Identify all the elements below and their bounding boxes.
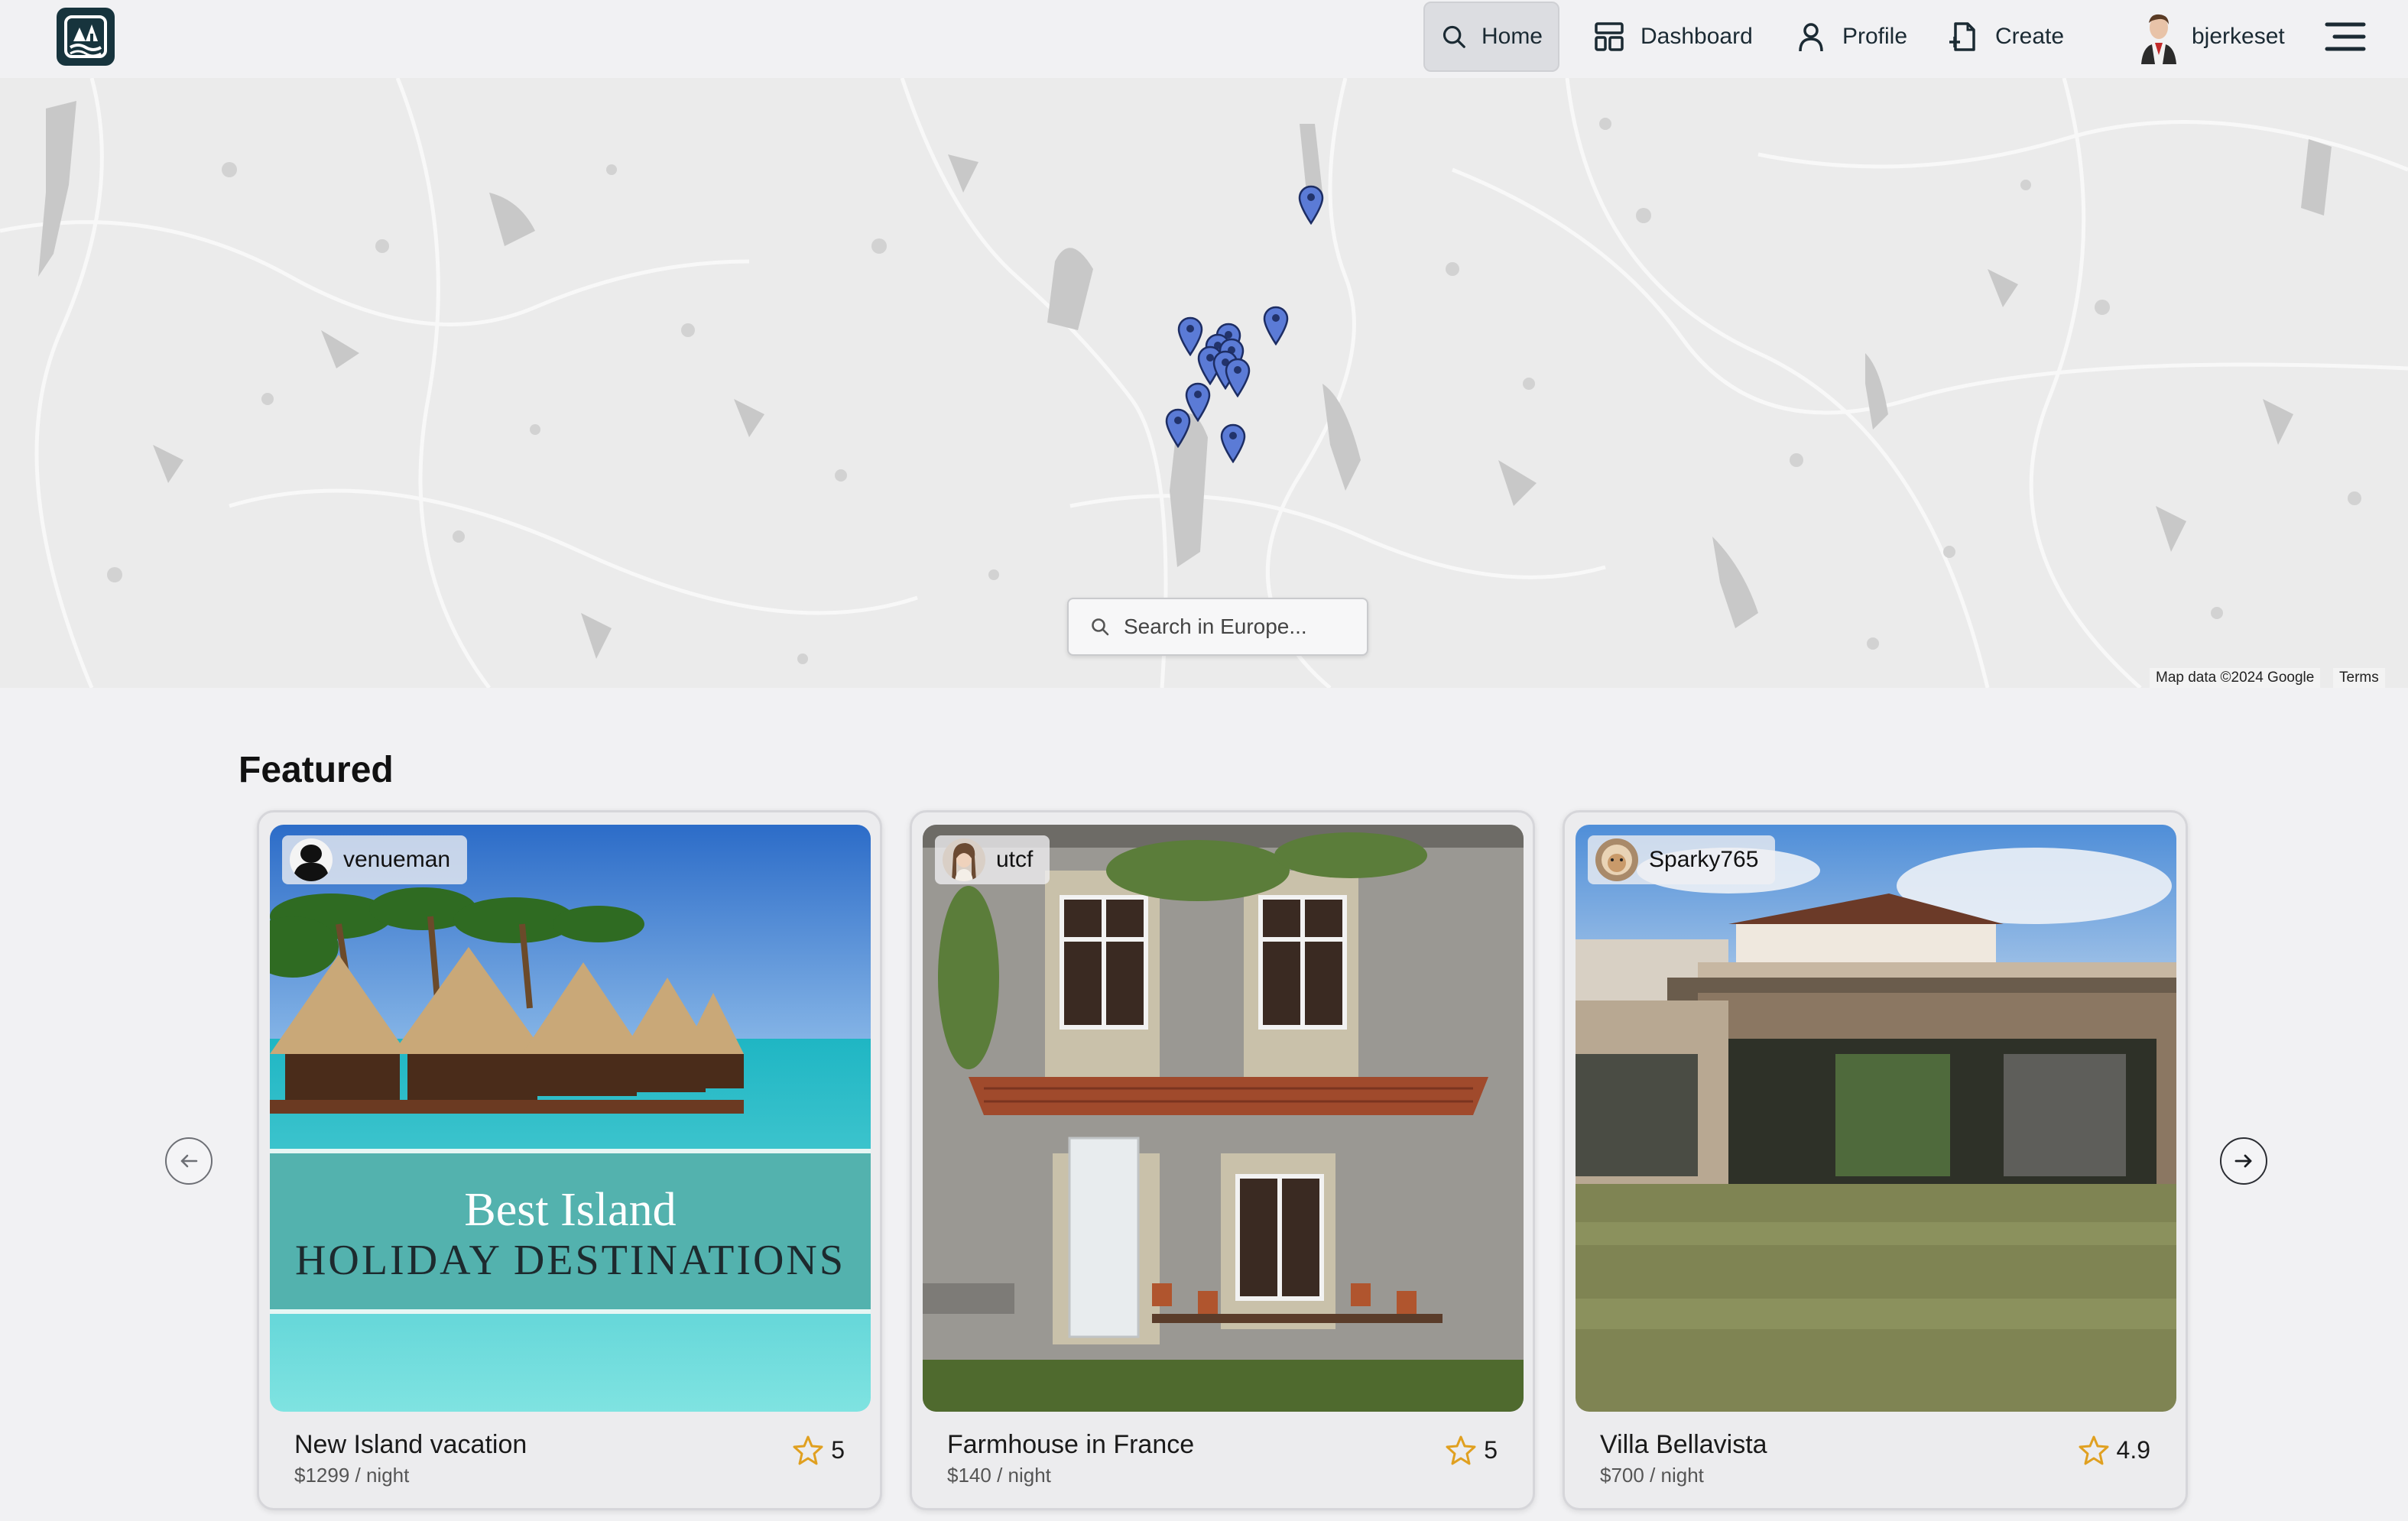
nav-create[interactable]: Create [1931,2,2079,72]
featured-heading: Featured [239,750,394,790]
user-icon [1799,23,1823,52]
listing-price: $700 / night [1600,1464,1704,1487]
search-icon [1092,618,1109,636]
rating-value: 5 [1484,1435,1498,1464]
rating-value: 5 [831,1435,845,1464]
map-pin[interactable] [1225,358,1251,397]
listing-title: Farmhouse in France [947,1430,1195,1459]
avatar [2141,14,2176,64]
username-label: bjerkeset [2192,24,2285,49]
nav-profile[interactable]: Profile [1778,2,1923,72]
map-terms-link[interactable]: Terms [2333,668,2385,688]
listing-title: Villa Bellavista [1600,1430,1767,1459]
arrow-left-icon [180,1154,198,1168]
hamburger-menu-icon[interactable] [2324,18,2367,55]
rating-value: 4.9 [2116,1435,2150,1464]
owner-name: Sparky765 [1649,847,1759,872]
listing-image [1576,825,2176,1412]
map-pin[interactable] [1220,423,1246,463]
listing-title: New Island vacation [294,1430,527,1459]
nav-profile-label: Profile [1842,24,1908,49]
nav-home-label: Home [1481,24,1543,49]
file-plus-icon [1949,22,1975,51]
owner-chip[interactable]: utcf [935,835,1050,884]
listing-rating: 4.9 [2079,1435,2150,1465]
user-menu[interactable]: bjerkeset [2137,8,2285,66]
nav-dashboard[interactable]: Dashboard [1576,2,1768,72]
star-icon [2079,1435,2109,1465]
dashboard-icon [1595,22,1624,51]
owner-name: venueman [343,847,451,872]
owner-avatar [943,838,985,881]
owner-chip[interactable]: venueman [282,835,468,884]
owner-avatar [290,838,333,881]
nav-home[interactable]: Home [1423,2,1559,72]
image-text-line2: HOLIDAY DESTINATIONS [295,1237,845,1284]
listing-rating: 5 [793,1435,845,1465]
search-icon [1443,25,1465,48]
carousel-next-button[interactable] [2220,1137,2267,1185]
star-icon [1446,1435,1476,1465]
map-pin[interactable] [1165,408,1191,448]
map-pin[interactable] [1263,306,1289,345]
map-attribution: Map data ©2024 Google [2150,668,2321,688]
listing-card[interactable]: utcf Farmhouse in France $140 / night 5 [910,810,1535,1510]
star-icon [793,1435,823,1465]
nav-dashboard-label: Dashboard [1640,24,1753,49]
arrow-right-icon [2234,1154,2252,1168]
owner-avatar [1595,838,1638,881]
listing-price: $140 / night [947,1464,1051,1487]
carousel-prev-button[interactable] [165,1137,213,1185]
listing-card[interactable]: Sparky765 Villa Bellavista $700 / night … [1563,810,2188,1510]
map-search-input[interactable] [1124,615,1353,639]
island-logo-icon[interactable] [57,8,115,66]
nav-create-label: Create [1995,24,2065,49]
owner-chip[interactable]: Sparky765 [1588,835,1776,884]
owner-name: utcf [996,847,1034,872]
map-pin[interactable] [1298,185,1324,225]
map-view[interactable]: Map data ©2024 Google Terms [0,78,2408,688]
listing-image [923,825,1524,1412]
listing-image: Best Island HOLIDAY DESTINATIONS [270,825,871,1412]
listing-price: $1299 / night [294,1464,410,1487]
top-navbar: Home Dashboard Profile Create bjerkeset [0,0,2408,78]
listing-rating: 5 [1446,1435,1498,1465]
map-search-box[interactable] [1067,598,1368,656]
listing-card[interactable]: Best Island HOLIDAY DESTINATIONS venuema… [257,810,882,1510]
image-text-line1: Best Island [464,1184,676,1236]
